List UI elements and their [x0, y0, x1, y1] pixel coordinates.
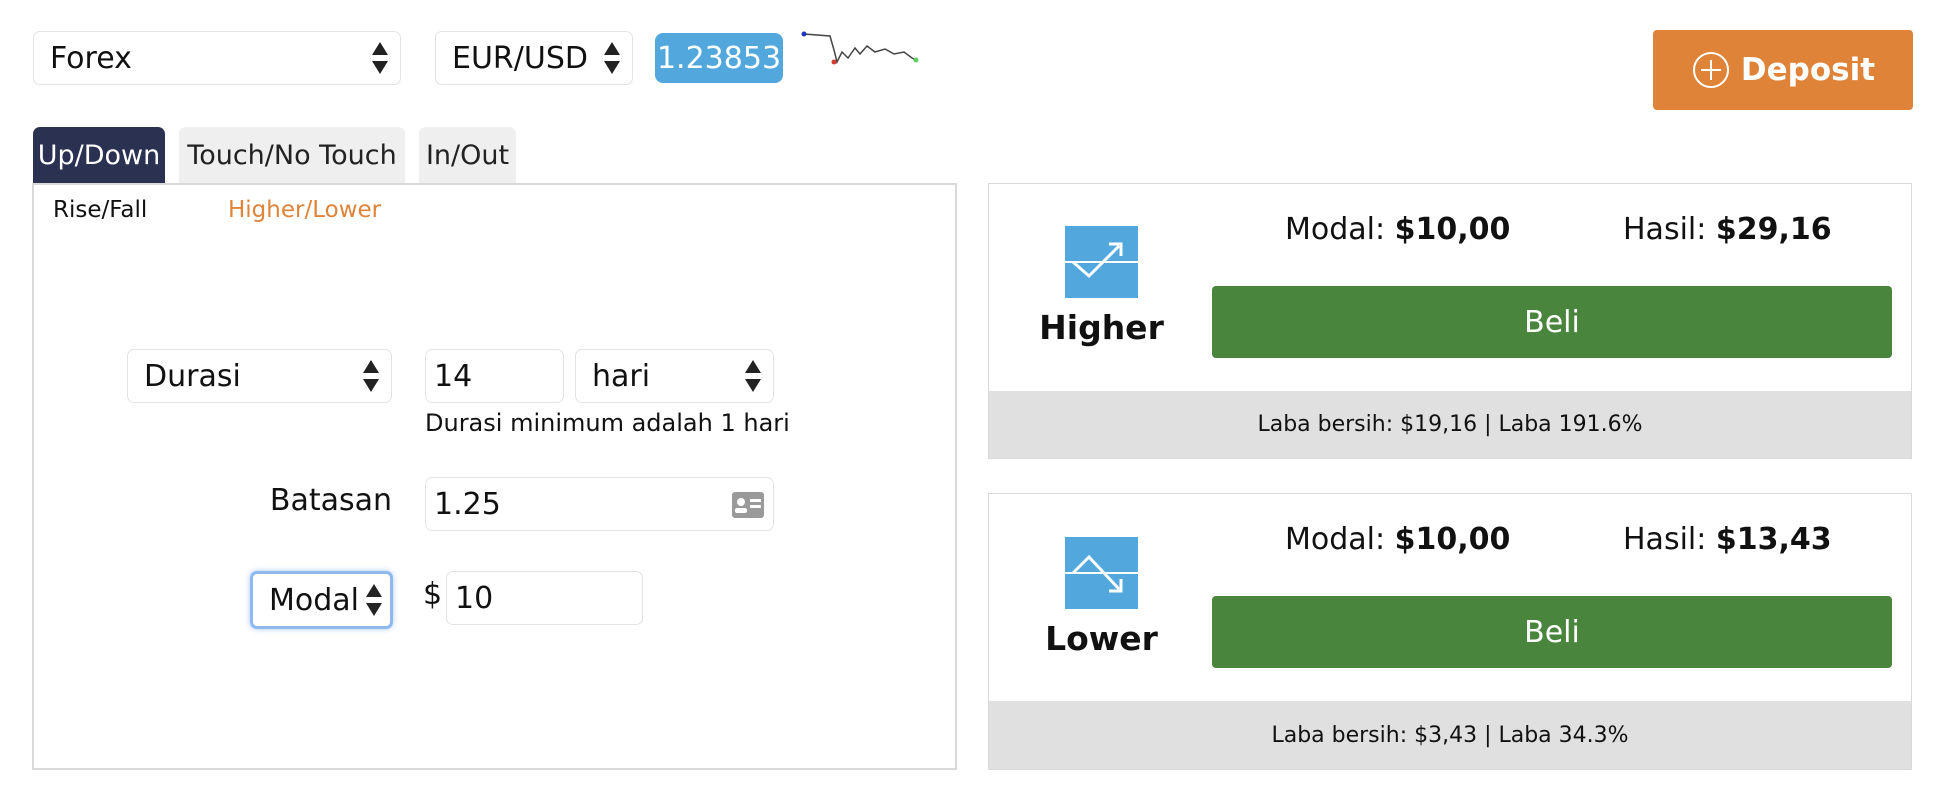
id-card-icon: [732, 492, 764, 518]
tab-label: In/Out: [425, 139, 510, 171]
buy-label: Beli: [1524, 304, 1580, 340]
barrier-input[interactable]: 1.25: [425, 477, 774, 531]
stake-amount: 10,00: [1415, 522, 1511, 557]
duration-type-select[interactable]: Durasi: [127, 349, 392, 403]
stake-summary: Modal: $10,00: [1285, 212, 1510, 247]
tab-label: Touch/No Touch: [187, 139, 397, 171]
contract-name: Lower: [1045, 619, 1158, 658]
deposit-label: Deposit: [1740, 52, 1876, 88]
tab-in-out[interactable]: In/Out: [419, 127, 516, 183]
payout-currency: $: [1715, 212, 1737, 247]
market-select-value: Forex: [50, 40, 132, 76]
buy-lower-button[interactable]: Beli: [1212, 596, 1892, 668]
pair-select-value: EUR/USD: [452, 40, 588, 76]
tab-touch-no-touch[interactable]: Touch/No Touch: [179, 127, 405, 183]
payout-amount: 13,43: [1736, 522, 1832, 557]
stake-currency: $: [1394, 212, 1416, 247]
tab-label: Up/Down: [37, 139, 161, 171]
duration-type-value: Durasi: [144, 358, 241, 394]
subtab-higher-lower[interactable]: Higher/Lower: [228, 197, 381, 223]
deposit-button[interactable]: Deposit: [1653, 30, 1913, 110]
barrier-input-value: 1.25: [434, 486, 501, 522]
payout-label: Hasil:: [1623, 522, 1707, 557]
select-arrows-icon: [363, 359, 379, 393]
payout-label: Hasil:: [1623, 212, 1707, 247]
payout-currency: $: [1715, 522, 1737, 557]
subtab-rise-fall[interactable]: Rise/Fall: [53, 197, 147, 223]
duration-unit-value: hari: [592, 358, 651, 394]
select-arrows-icon: [366, 583, 382, 617]
trend-down-icon: [1065, 537, 1138, 609]
duration-hint: Durasi minimum adalah 1 hari: [425, 409, 790, 437]
stake-input-value: 10: [455, 580, 494, 616]
price-sparkline-icon: [801, 31, 919, 65]
buy-label: Beli: [1524, 614, 1580, 650]
duration-input-value: 14: [434, 358, 473, 394]
duration-unit-select[interactable]: hari: [575, 349, 774, 403]
duration-input[interactable]: 14: [425, 349, 564, 403]
stake-input[interactable]: 10: [446, 571, 643, 625]
price-badge: 1.23853: [655, 33, 783, 83]
contract-name: Higher: [1039, 308, 1164, 347]
barrier-label: Batasan: [269, 483, 392, 518]
select-arrows-icon: [604, 41, 620, 75]
contract-footer: Laba bersih: $3,43 | Laba 34.3%: [989, 701, 1911, 769]
profit-summary: Laba bersih: $19,16 | Laba 191.6%: [1257, 412, 1643, 437]
select-arrows-icon: [372, 41, 388, 75]
contract-footer: Laba bersih: $19,16 | Laba 191.6%: [989, 391, 1911, 458]
stake-summary: Modal: $10,00: [1285, 522, 1510, 557]
stake-label: Modal:: [1285, 522, 1386, 557]
select-arrows-icon: [745, 359, 761, 393]
stake-type-value: Modal: [269, 582, 359, 618]
trend-up-icon: [1065, 226, 1138, 298]
payout-amount: 29,16: [1736, 212, 1832, 247]
currency-symbol: $: [423, 577, 443, 612]
market-select[interactable]: Forex: [33, 31, 401, 85]
buy-higher-button[interactable]: Beli: [1212, 286, 1892, 358]
tab-up-down[interactable]: Up/Down: [33, 127, 165, 183]
payout-summary: Hasil: $29,16: [1623, 212, 1832, 247]
stake-type-select[interactable]: Modal: [250, 571, 393, 629]
payout-summary: Hasil: $13,43: [1623, 522, 1832, 557]
stake-label: Modal:: [1285, 212, 1386, 247]
plus-circle-icon: [1692, 52, 1729, 88]
stake-amount: 10,00: [1415, 212, 1511, 247]
pair-select[interactable]: EUR/USD: [435, 31, 633, 85]
stake-currency: $: [1394, 522, 1416, 557]
profit-summary: Laba bersih: $3,43 | Laba 34.3%: [1271, 722, 1629, 748]
